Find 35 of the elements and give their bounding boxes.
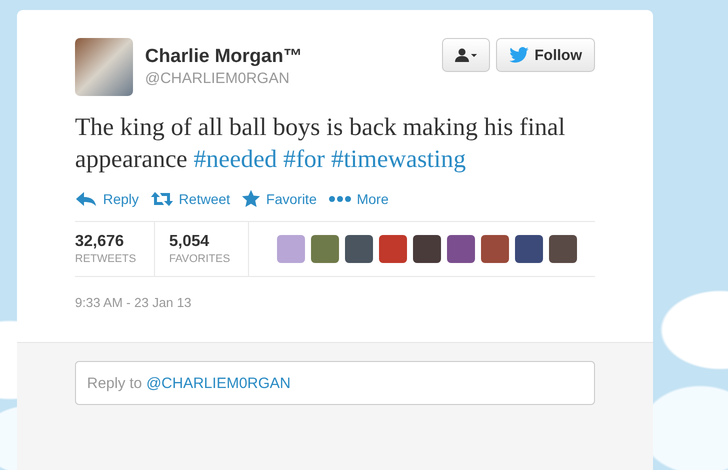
favoriter-avatar[interactable] — [447, 235, 476, 263]
favoriter-avatar[interactable] — [345, 235, 374, 263]
tweet-timestamp: 9:33 AM - 23 Jan 13 — [75, 295, 192, 310]
retweet-icon — [150, 190, 173, 206]
stat-label: FAVORITES — [169, 253, 230, 265]
hashtag-link[interactable]: #for — [283, 144, 325, 176]
author-handle: @CHARLIEM0RGAN — [145, 70, 290, 87]
hashtag-link[interactable]: #timewasting — [331, 144, 466, 176]
star-icon — [242, 190, 260, 207]
favoriter-avatar[interactable] — [481, 235, 510, 263]
reply-field[interactable]: Reply to @CHARLIEM0RGAN — [75, 361, 595, 405]
favoriter-avatar[interactable] — [311, 235, 340, 263]
avatar-photo-placeholder — [75, 38, 133, 96]
hashtag-link[interactable]: #needed — [194, 144, 277, 176]
reply-action[interactable]: Reply — [75, 190, 139, 206]
bird-icon — [508, 47, 528, 63]
favoriter-avatar[interactable] — [379, 235, 408, 263]
more-action[interactable]: More — [328, 190, 389, 206]
favoriter-avatar[interactable] — [515, 235, 544, 263]
retweet-action[interactable]: Retweet — [150, 190, 230, 206]
reply-arrow-icon — [75, 190, 97, 206]
reply-placeholder: Reply to — [87, 374, 142, 392]
user-icon — [454, 48, 476, 62]
stat-count: 32,676 — [75, 233, 125, 251]
user-menu-button[interactable] — [442, 38, 490, 72]
dots-icon — [328, 196, 351, 202]
tweet-text: The king of all ball boys is back making his final appearance #needed #for #timewasting — [75, 112, 575, 176]
follow-button[interactable]: Follow — [496, 38, 595, 72]
stat-count: 5,054 — [169, 233, 210, 251]
stat-label: RETWEETS — [75, 253, 136, 265]
mention-link[interactable]: @CHARLIEM0RGAN — [146, 374, 291, 392]
author-name: Charlie Morgan™ — [145, 46, 304, 68]
favorite-action[interactable]: Favorite — [242, 190, 317, 207]
favoriter-avatar[interactable] — [549, 235, 578, 263]
favoriter-avatar[interactable] — [413, 235, 442, 263]
